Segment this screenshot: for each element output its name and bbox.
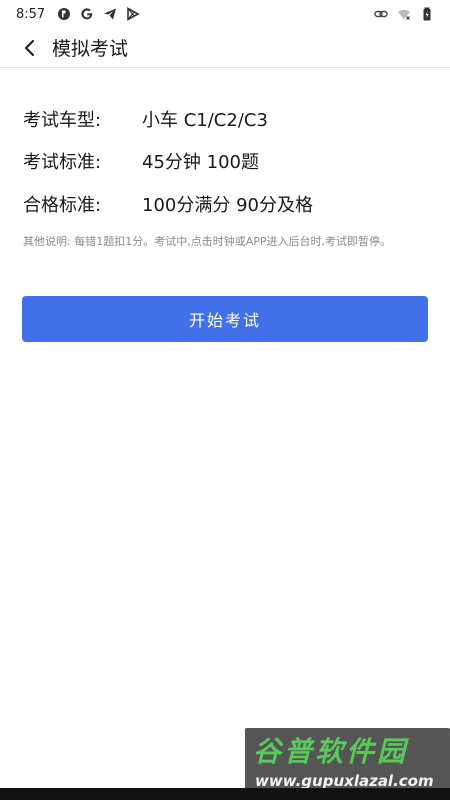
- send-icon: [103, 7, 117, 21]
- status-bar: 8:57: [0, 0, 450, 28]
- info-row-exam-standard: 考试标准: 45分钟 100题: [23, 148, 259, 174]
- status-time: 8:57: [16, 6, 46, 22]
- watermark-title: 谷普软件园: [253, 735, 409, 768]
- info-label: 考试车型:: [23, 110, 102, 131]
- wifi-off-icon: [397, 7, 411, 21]
- status-left: 8:57: [16, 7, 140, 22]
- play-store-icon: [126, 7, 140, 21]
- google-g-icon: [80, 7, 94, 21]
- clock-badge-icon: [57, 7, 71, 21]
- info-value: 100分满分 90分及格: [142, 195, 313, 216]
- info-value: 45分钟 100题: [142, 152, 259, 173]
- info-value: 小车 C1/C2/C3: [142, 110, 268, 131]
- info-row-pass-standard: 合格标准: 100分满分 90分及格: [23, 191, 313, 217]
- exam-note: 其他说明: 每错1题扣1分。考试中,点击时钟或APP进入后台时,考试即暂停。: [23, 235, 391, 248]
- system-nav-bar: [0, 788, 450, 800]
- status-right: [374, 7, 434, 21]
- watermark-logo: 谷普软件园 www.gupuxlazal.com: [245, 728, 450, 794]
- start-exam-button[interactable]: 开始考试: [22, 296, 428, 342]
- chevron-left-icon: [24, 39, 35, 56]
- page-title: 模拟考试: [52, 38, 129, 60]
- battery-icon: [420, 7, 434, 21]
- info-label: 考试标准:: [23, 152, 102, 173]
- app-bar: 模拟考试: [0, 28, 450, 68]
- link-icon: [374, 7, 388, 21]
- screen: 8:57 模拟考试 考试车型: 小车 C1/C2/C3 考试标准: 45分钟 1…: [0, 0, 450, 800]
- info-row-vehicle-type: 考试车型: 小车 C1/C2/C3: [23, 106, 268, 132]
- info-label: 合格标准:: [23, 195, 102, 216]
- back-button[interactable]: [10, 28, 50, 68]
